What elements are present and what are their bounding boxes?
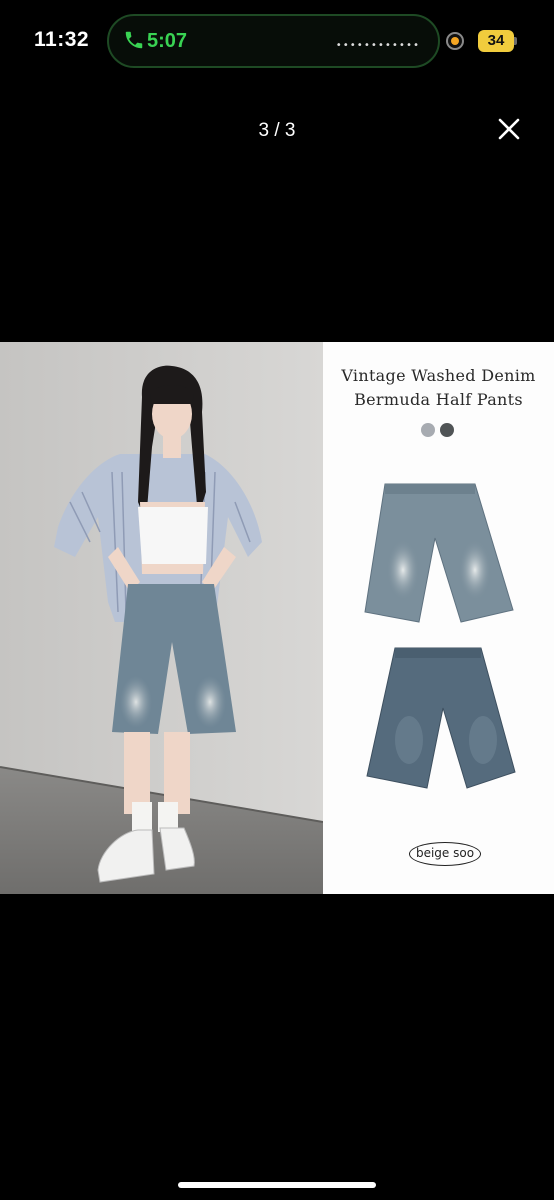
model-photo (0, 342, 323, 894)
dynamic-island-call[interactable]: 5:07 •••••••••••• (107, 14, 440, 68)
page-counter: 3 / 3 (258, 120, 296, 141)
product-title-line-1: Vintage Washed Denim (341, 366, 536, 385)
product-title: Vintage Washed Denim Bermuda Half Pants (323, 364, 554, 412)
light-wash-shorts-image (364, 483, 514, 623)
color-swatch-dark (440, 423, 454, 437)
phone-icon (125, 31, 143, 49)
clock-time: 11:32 (34, 28, 90, 51)
home-indicator[interactable] (178, 1182, 376, 1188)
image-viewer[interactable]: Vintage Washed Denim Bermuda Half Pants (0, 342, 554, 894)
dark-wash-shorts-image (366, 647, 516, 789)
model-photo-illustration (0, 342, 323, 894)
color-swatch-light (421, 423, 435, 437)
audio-waveform-icon: •••••••••••• (335, 40, 420, 51)
call-timer: 5:07 (147, 30, 188, 52)
product-title-line-2: Bermuda Half Pants (354, 390, 523, 409)
battery-indicator: 34 (478, 30, 514, 52)
status-bar: 11:32 5:07 •••••••••••• 34 (0, 0, 554, 84)
close-icon[interactable] (494, 114, 524, 144)
battery-nub (514, 37, 517, 45)
brand-logo: beige soo (409, 842, 481, 866)
recording-indicator-icon (446, 32, 464, 50)
product-info-panel: Vintage Washed Denim Bermuda Half Pants (323, 342, 554, 894)
